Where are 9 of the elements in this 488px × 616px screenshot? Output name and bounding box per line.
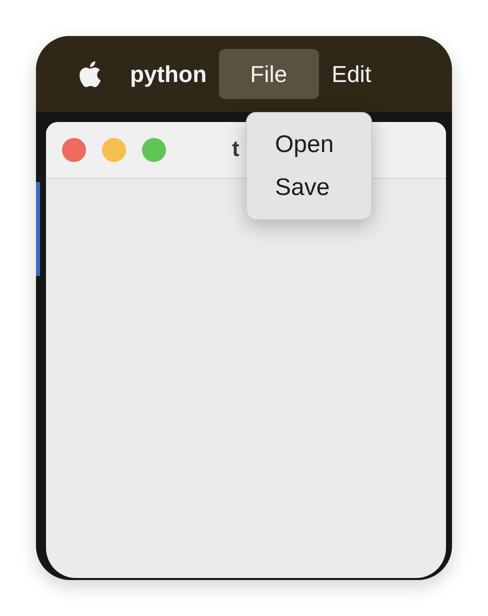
menu-item[interactable]: Edit	[318, 49, 384, 99]
close-button[interactable]	[62, 138, 86, 162]
zoom-button[interactable]	[142, 138, 166, 162]
minimize-button[interactable]	[102, 138, 126, 162]
app-name[interactable]: python	[130, 60, 207, 88]
menu-option[interactable]: Save	[275, 172, 371, 215]
window-title: t	[232, 136, 240, 162]
menu-option[interactable]: Open	[275, 129, 371, 172]
menu-item[interactable]: File	[218, 49, 319, 99]
